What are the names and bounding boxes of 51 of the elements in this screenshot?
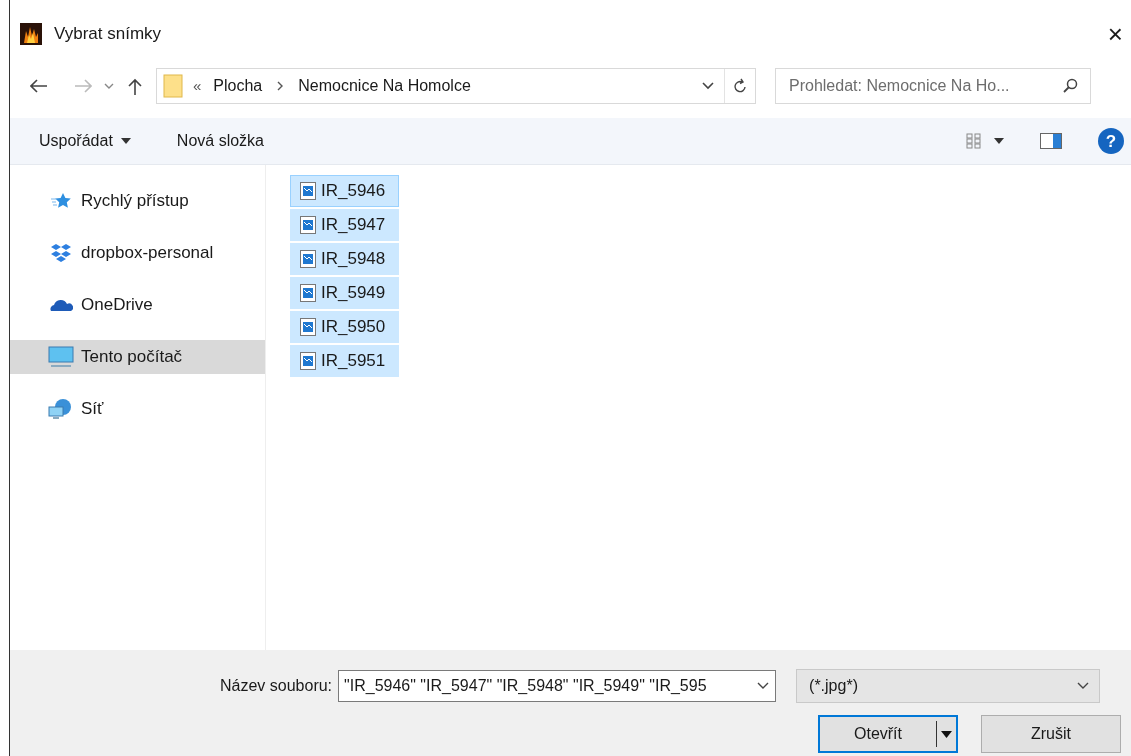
- chevron-down-icon[interactable]: [702, 82, 714, 90]
- back-icon[interactable]: [30, 79, 48, 93]
- file-type-dropdown[interactable]: (*.jpg*): [796, 669, 1101, 703]
- address-bar[interactable]: « Plocha Nemocnice Na Homolce: [156, 68, 756, 104]
- cancel-button[interactable]: Zrušit: [981, 715, 1121, 753]
- file-item[interactable]: IR_5950: [290, 311, 399, 343]
- sidebar-item[interactable]: Síť: [10, 392, 265, 426]
- window-title: Vybrat snímky: [54, 23, 162, 46]
- breadcrumb-overflow[interactable]: «: [193, 74, 202, 98]
- image-file-icon: [300, 352, 316, 370]
- sidebar-item[interactable]: Rychlý přístup: [10, 184, 265, 218]
- organize-button[interactable]: Uspořádat: [39, 129, 131, 153]
- caret-icon: [941, 730, 952, 738]
- image-file-icon: [300, 250, 316, 268]
- image-file-icon: [300, 182, 316, 200]
- breadcrumb-separator-icon[interactable]: [276, 81, 285, 91]
- filename-label: Název souboru:: [220, 676, 333, 696]
- preview-pane-icon[interactable]: [1040, 133, 1062, 149]
- caret-icon[interactable]: [994, 138, 1004, 144]
- file-item[interactable]: IR_5949: [290, 277, 399, 309]
- folder-icon: [163, 74, 183, 98]
- cloud-icon: [49, 298, 73, 312]
- dropbox-icon: [50, 243, 72, 263]
- sidebar-item[interactable]: OneDrive: [10, 288, 265, 322]
- chevron-down-icon: [757, 682, 770, 690]
- app-icon: [20, 23, 42, 45]
- help-button[interactable]: ?: [1098, 128, 1124, 154]
- close-button[interactable]: ×: [1103, 21, 1127, 47]
- caret-icon: [120, 138, 131, 144]
- computer-icon: [48, 346, 74, 368]
- search-field[interactable]: Prohledat: Nemocnice Na Ho...: [775, 68, 1091, 104]
- search-icon: [1062, 78, 1078, 94]
- filename-field[interactable]: "IR_5946" "IR_5947" "IR_5948" "IR_5949" "IR_595: [338, 670, 777, 702]
- up-icon[interactable]: [128, 77, 142, 95]
- open-button[interactable]: Otevřít: [818, 715, 958, 753]
- image-file-icon: [300, 216, 316, 234]
- refresh-icon[interactable]: [733, 78, 747, 94]
- star-icon: [50, 192, 72, 210]
- image-file-icon: [300, 284, 316, 302]
- file-item[interactable]: IR_5951: [290, 345, 399, 377]
- network-icon: [48, 398, 74, 420]
- breadcrumb-item[interactable]: Plocha: [213, 74, 263, 98]
- breadcrumb-item[interactable]: Nemocnice Na Homolce: [298, 74, 471, 98]
- chevron-down-icon: [1077, 682, 1090, 690]
- file-item[interactable]: IR_5948: [290, 243, 399, 275]
- file-item[interactable]: IR_5947: [290, 209, 399, 241]
- sidebar-item[interactable]: dropbox-personal: [10, 236, 265, 270]
- sidebar-item[interactable]: Tento počítač: [10, 340, 265, 374]
- new-folder-button[interactable]: Nová složka: [176, 129, 264, 153]
- image-file-icon: [300, 318, 316, 336]
- file-item[interactable]: IR_5946: [290, 175, 399, 207]
